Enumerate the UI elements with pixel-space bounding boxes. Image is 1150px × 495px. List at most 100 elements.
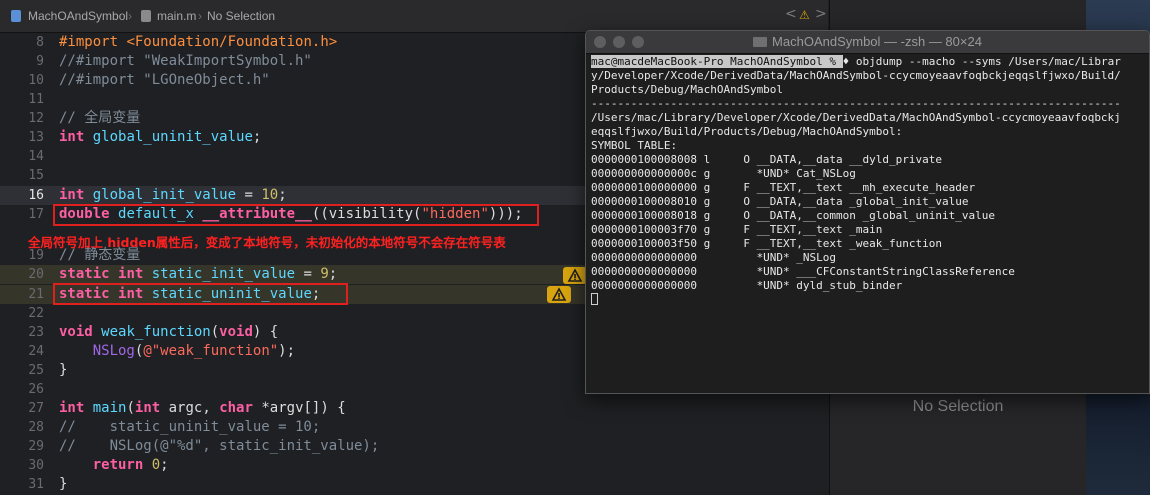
line-number: 26 xyxy=(28,382,44,397)
terminal-window[interactable]: MachOAndSymbol — -zsh — 80×24 mac@macdeM… xyxy=(585,30,1150,394)
code-comment: //#import "LGOneObject.h" xyxy=(59,72,270,88)
code-number: 9 xyxy=(320,266,329,282)
code-keyword: static xyxy=(59,266,110,282)
code-type: int xyxy=(59,187,85,203)
objc-file-icon xyxy=(141,10,151,22)
code-line: 29 // NSLog(@"%d", static_init_value); xyxy=(0,437,828,456)
code-identifier: main xyxy=(92,400,127,416)
line-number: 29 xyxy=(28,439,44,454)
code-punct: } xyxy=(59,476,68,492)
terminal-title-text: MachOAndSymbol — -zsh — 80×24 xyxy=(772,34,982,49)
terminal-line: 0000000100003f50 g F __TEXT,__text _weak… xyxy=(591,237,942,250)
warning-icon[interactable] xyxy=(563,267,587,284)
line-number: 25 xyxy=(28,363,44,378)
line-number: 12 xyxy=(28,111,44,126)
code-type: void xyxy=(219,324,253,340)
terminal-line: 0000000100008010 g O __DATA,__data _glob… xyxy=(591,195,969,208)
line-number: 17 xyxy=(28,207,44,222)
code-type: char xyxy=(219,400,253,416)
terminal-line: 000000000000000c g *UND* Cat_NSLog xyxy=(591,167,856,180)
code-comment: // 全局变量 xyxy=(59,110,141,126)
code-punct: ( xyxy=(126,400,135,416)
code-punct: ; xyxy=(328,266,338,282)
terminal-title: MachOAndSymbol — -zsh — 80×24 xyxy=(586,34,1149,49)
line-number: 30 xyxy=(28,458,44,473)
code-number: 10 xyxy=(261,187,279,203)
line-number: 16 xyxy=(28,188,44,203)
jumpbar-file[interactable]: main.m xyxy=(157,9,196,23)
code-text: int global_uninit_value; xyxy=(59,128,261,147)
line-number: 14 xyxy=(28,149,44,164)
code-punct: = xyxy=(236,187,262,203)
terminal-cursor xyxy=(591,293,598,305)
terminal-prompt: mac@macdeMacBook-Pro MachOAndSymbol % xyxy=(591,55,843,68)
nav-back-button[interactable]: < xyxy=(785,6,797,22)
project-icon xyxy=(11,10,21,22)
line-number: 22 xyxy=(28,306,44,321)
code-identifier: global_init_value xyxy=(92,187,237,203)
code-punct: argc, xyxy=(160,400,220,416)
code-number: 0 xyxy=(151,457,161,473)
terminal-line: ----------------------------------------… xyxy=(591,97,1121,110)
line-number: 31 xyxy=(28,477,44,492)
folder-icon xyxy=(753,37,768,47)
code-function-call: NSLog xyxy=(92,343,135,359)
code-punct: *argv[]) { xyxy=(252,400,346,416)
warning-nav-icon[interactable]: ⚠ xyxy=(799,8,810,22)
line-number: 20 xyxy=(28,267,44,282)
terminal-output[interactable]: mac@macdeMacBook-Pro MachOAndSymbol % ♦ … xyxy=(591,55,1149,307)
import-path: <Foundation/Foundation.h> xyxy=(126,34,338,50)
code-punct: ); xyxy=(278,343,296,359)
jumpbar-selection[interactable]: No Selection xyxy=(207,9,275,23)
chevron-right-icon: › xyxy=(128,9,132,23)
code-string: @"weak_function" xyxy=(143,343,279,359)
code-text: NSLog(@"weak_function"); xyxy=(59,342,295,361)
code-comment: // NSLog(@"%d", static_init_value); xyxy=(59,438,380,454)
code-punct: ; xyxy=(252,129,262,145)
line-number: 8 xyxy=(36,35,44,50)
terminal-line: 0000000100008018 g O __DATA,__common _gl… xyxy=(591,209,995,222)
warning-icon[interactable] xyxy=(547,286,571,303)
code-type: int xyxy=(118,266,144,282)
code-type: int xyxy=(134,400,161,416)
code-punct: ; xyxy=(278,187,287,203)
code-comment: // static_uninit_value = 10; xyxy=(59,419,321,435)
code-identifier: global_uninit_value xyxy=(92,129,253,145)
terminal-line: /Users/mac/Library/Developer/Xcode/Deriv… xyxy=(591,111,1121,124)
highlight-box xyxy=(53,204,539,226)
code-punct: ( xyxy=(210,324,220,340)
terminal-line: eqqslfjwxo/Build/Products/Debug/MachOAnd… xyxy=(591,125,903,138)
terminal-titlebar[interactable]: MachOAndSymbol — -zsh — 80×24 xyxy=(586,31,1149,54)
code-punct: ) { xyxy=(252,324,279,340)
line-number: 27 xyxy=(28,401,44,416)
jumpbar-project[interactable]: MachOAndSymbol xyxy=(28,9,128,23)
line-number: 10 xyxy=(28,73,44,88)
line-number: 13 xyxy=(28,130,44,145)
code-text: return 0; xyxy=(59,456,169,475)
jump-bar: MachOAndSymbol › main.m › No Selection <… xyxy=(0,0,828,33)
code-line: 28 // static_uninit_value = 10; xyxy=(0,418,828,437)
terminal-line: 0000000000000000 *UND* ___CFConstantStri… xyxy=(591,265,1015,278)
line-number: 28 xyxy=(28,420,44,435)
terminal-line: y/Developer/Xcode/DerivedData/MachOAndSy… xyxy=(591,69,1121,82)
line-number: 24 xyxy=(28,344,44,359)
code-text: static int static_init_value = 9; xyxy=(59,265,337,284)
terminal-line: Products/Debug/MachOAndSymbol xyxy=(591,83,784,96)
code-identifier: static_init_value xyxy=(151,266,296,282)
code-type: int xyxy=(59,129,85,145)
code-text: #import <Foundation/Foundation.h> xyxy=(59,33,337,52)
highlight-box xyxy=(53,283,348,305)
chevron-right-icon: › xyxy=(198,9,202,23)
line-number: 15 xyxy=(28,168,44,183)
line-number: 21 xyxy=(28,287,44,302)
terminal-line: 0000000100003f70 g F __TEXT,__text _main xyxy=(591,223,883,236)
code-line: 27 int main(int argc, char *argv[]) { xyxy=(0,399,828,418)
code-punct: ; xyxy=(160,457,169,473)
line-number: 11 xyxy=(28,92,44,107)
terminal-line: 0000000100008008 l O __DATA,__data __dyl… xyxy=(591,153,942,166)
code-text: void weak_function(void) { xyxy=(59,323,278,342)
terminal-line: 0000000000000000 *UND* _NSLog xyxy=(591,251,837,264)
nav-forward-button[interactable]: > xyxy=(815,6,827,22)
code-text: int main(int argc, char *argv[]) { xyxy=(59,399,346,418)
code-line: 31 } xyxy=(0,475,828,494)
